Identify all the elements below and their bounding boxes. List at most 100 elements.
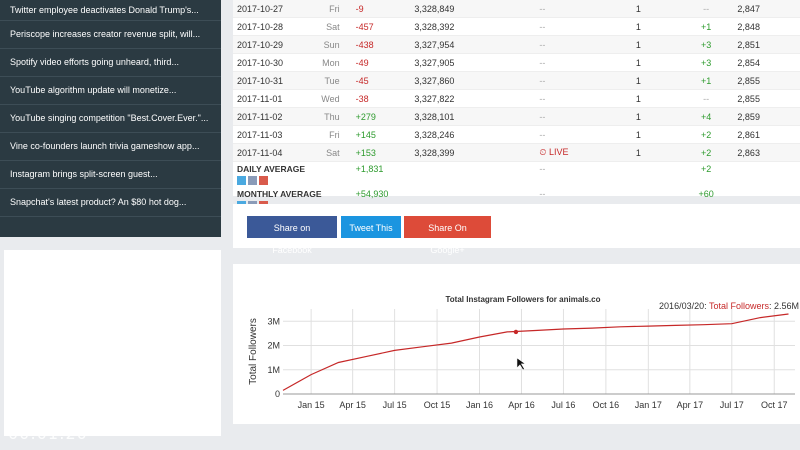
y-tick-label: 0: [275, 389, 280, 399]
daily-share-icons: [237, 174, 348, 187]
row-day: Wed: [321, 93, 340, 104]
row-count: 1: [635, 21, 641, 32]
row-dash: --: [539, 111, 546, 122]
row-day: Fri: [329, 3, 340, 14]
share-google-button[interactable]: Share On Google+: [404, 216, 491, 255]
x-tick-label: Apr 16: [508, 400, 535, 410]
daily-average-dash: --: [539, 164, 546, 174]
row-count: 1: [635, 75, 641, 86]
row-follower-total: 3,328,849: [414, 3, 455, 14]
news-item[interactable]: Twitter employee deactivates Donald Trum…: [0, 0, 221, 21]
table-row: 2017-10-27 Fri -9 3,328,849 -- 1 -- 2,847: [233, 0, 800, 18]
empty-cell: [602, 162, 675, 188]
row-change-2: +3: [701, 39, 712, 50]
news-item[interactable]: Vine co-founders launch trivia gameshow …: [0, 133, 221, 161]
row-total-2: 2,855: [737, 93, 760, 104]
y-tick-label: 2M: [267, 341, 280, 351]
daily-average-row: DAILY AVERAGE +1,831 -- +2: [233, 162, 800, 188]
row-dash: --: [539, 3, 546, 14]
x-tick-label: Jan 15: [298, 400, 325, 410]
chart-tooltip: 2016/03/20: Total Followers: 2.56M: [659, 301, 799, 311]
row-day: Mon: [322, 57, 340, 68]
row-total-2: 2,863: [737, 147, 760, 158]
row-date: 2017-10-28: [237, 21, 284, 32]
table-row: 2017-10-30 Mon -49 3,327,905 -- 1 +3 2,854: [233, 54, 800, 72]
ad-placeholder: [4, 250, 221, 436]
x-tick-label: Oct 15: [424, 400, 451, 410]
daily-average-label: DAILY AVERAGE: [237, 164, 306, 174]
y-axis-label: Total Followers: [248, 318, 259, 385]
row-date: 2017-11-01: [237, 93, 283, 104]
x-tick-label: Oct 17: [761, 400, 788, 410]
row-total-2: 2,859: [737, 111, 760, 122]
row-change-2: +4: [701, 111, 712, 122]
facebook-icon[interactable]: [248, 176, 257, 185]
row-dash: --: [539, 93, 546, 104]
share-facebook-button[interactable]: Share on Facebook: [247, 216, 337, 255]
row-change-2: +2: [701, 147, 712, 158]
daily-average-change-2: +2: [701, 164, 712, 174]
twitter-icon[interactable]: [237, 176, 246, 185]
x-tick-label: Oct 16: [593, 400, 620, 410]
x-tick-label: Jul 16: [551, 400, 575, 410]
news-item[interactable]: Periscope increases creator revenue spli…: [0, 21, 221, 49]
row-day: Thu: [324, 111, 340, 122]
row-total-2: 2,851: [737, 39, 760, 50]
row-follower-total: 3,327,822: [414, 93, 455, 104]
chart-title: Total Instagram Followers for animals.co: [446, 295, 601, 304]
row-date: 2017-10-31: [237, 75, 284, 86]
row-total-2: 2,847: [737, 3, 760, 14]
row-follower-total: 3,328,392: [414, 21, 455, 32]
row-live-status: ⏲ LIVE: [539, 144, 602, 162]
news-item[interactable]: YouTube singing competition "Best.Cover.…: [0, 105, 221, 133]
row-date: 2017-10-29: [237, 39, 284, 50]
row-follower-change: -49: [355, 57, 369, 68]
google-plus-icon[interactable]: [259, 176, 268, 185]
row-day: Tue: [324, 75, 340, 86]
news-item[interactable]: Snapchat's latest product? An $80 hot do…: [0, 189, 221, 217]
news-item[interactable]: Instagram brings split-screen guest...: [0, 161, 221, 189]
tweet-button[interactable]: Tweet This: [341, 216, 401, 238]
row-follower-change: -38: [355, 93, 369, 104]
table-row: 2017-10-31 Tue -45 3,327,860 -- 1 +1 2,855: [233, 71, 800, 90]
stats-table-panel: 2017-10-27 Fri -9 3,328,849 -- 1 -- 2,847 2017-1…: [233, 0, 800, 210]
news-item[interactable]: YouTube algorithm update will monetize..…: [0, 77, 221, 105]
row-follower-change: -438: [355, 39, 374, 50]
row-change-2: +1: [701, 21, 712, 32]
tooltip-value: 2.56M: [774, 301, 799, 311]
row-dash: --: [539, 75, 546, 86]
row-date: 2017-10-27: [237, 3, 284, 14]
row-follower-change: +145: [355, 129, 376, 140]
row-total-2: 2,855: [737, 75, 760, 86]
row-dash: --: [539, 57, 546, 68]
row-day: Sat: [326, 147, 340, 158]
daily-average-change: +1,831: [355, 164, 384, 174]
row-change-2: +1: [701, 75, 712, 86]
row-follower-total: 3,328,399: [414, 147, 455, 158]
empty-cell: [737, 162, 800, 188]
followers-chart[interactable]: Total Instagram Followers for animals.co…: [233, 264, 800, 424]
row-date: 2017-11-03: [237, 129, 283, 140]
stats-table: 2017-10-27 Fri -9 3,328,849 -- 1 -- 2,847 2017-1…: [233, 0, 800, 212]
x-tick-label: Apr 15: [339, 400, 366, 410]
row-dash: --: [539, 39, 546, 50]
row-follower-change: +153: [355, 147, 376, 158]
row-change-2: --: [703, 93, 710, 104]
table-row: 2017-10-28 Sat -457 3,328,392 -- 1 +1 2,848: [233, 18, 800, 36]
row-follower-change: +279: [355, 111, 376, 122]
followers-chart-panel: Total Instagram Followers for animals.co…: [233, 264, 800, 424]
row-count: 1: [635, 39, 641, 50]
row-count: 1: [635, 129, 641, 140]
row-count: 1: [635, 111, 641, 122]
row-count: 1: [635, 57, 641, 68]
row-total-2: 2,861: [737, 129, 760, 140]
table-row: 2017-11-01 Wed -38 3,327,822 -- 1 -- 2,855: [233, 90, 800, 108]
row-change-2: +2: [701, 129, 712, 140]
x-tick-label: Jan 16: [466, 400, 493, 410]
table-row: 2017-11-04 Sat +153 3,328,399 ⏲ LIVE 1 +2 2,863: [233, 143, 800, 162]
row-day: Sat: [326, 21, 340, 32]
share-panel: Share on Facebook Tweet This Share On Go…: [233, 204, 800, 255]
y-tick-label: 3M: [267, 316, 280, 326]
row-follower-change: -9: [355, 3, 364, 14]
news-item[interactable]: Spotify video efforts going unheard, thi…: [0, 49, 221, 77]
